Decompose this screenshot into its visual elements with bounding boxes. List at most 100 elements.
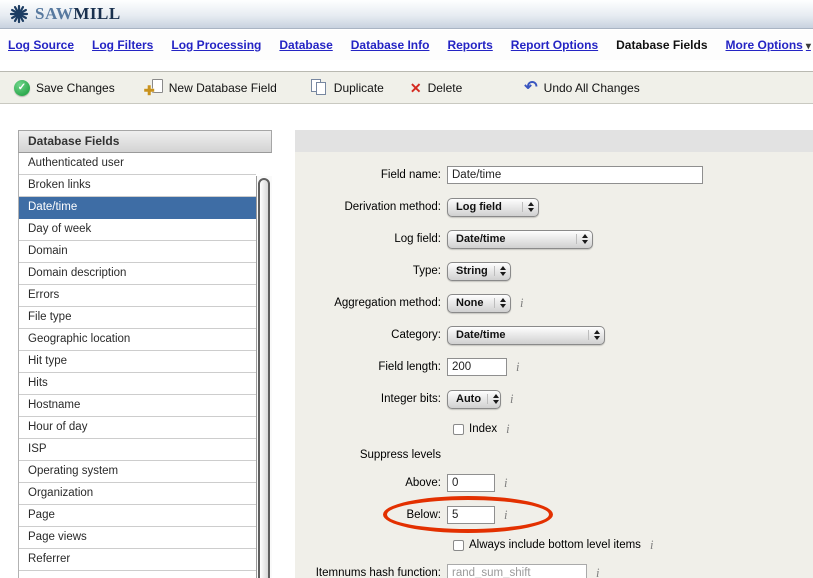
- aggregation-method-select[interactable]: None: [447, 294, 511, 313]
- info-icon[interactable]: i: [596, 566, 599, 578]
- list-item-domain[interactable]: Domain: [19, 241, 256, 263]
- aggregation-method-value: None: [456, 297, 484, 309]
- logo-wordmark: SAWMILL: [35, 4, 121, 24]
- list-item-geographic-location[interactable]: Geographic location: [19, 329, 256, 351]
- chevron-down-icon: ▾: [806, 41, 811, 52]
- list-item-hostname[interactable]: Hostname: [19, 395, 256, 417]
- integer-bits-select[interactable]: Auto: [447, 390, 501, 409]
- category-label: Category:: [295, 329, 447, 341]
- save-changes-label: Save Changes: [36, 81, 115, 95]
- above-input[interactable]: [447, 474, 495, 492]
- field-length-row: Field length: i: [295, 357, 813, 377]
- type-row: Type: String: [295, 261, 813, 281]
- list-item-operating-system[interactable]: Operating system: [19, 461, 256, 483]
- popup-arrows-icon: [487, 394, 499, 404]
- nav-database-fields-active[interactable]: Database Fields: [616, 38, 707, 52]
- log-field-select[interactable]: Date/time: [447, 230, 593, 249]
- sawmill-logo: SAWMILL: [8, 3, 121, 25]
- field-length-input[interactable]: [447, 358, 507, 376]
- info-icon[interactable]: i: [510, 392, 513, 407]
- list-item-page-views[interactable]: Page views: [19, 527, 256, 549]
- popup-arrows-icon: [576, 234, 588, 244]
- info-icon[interactable]: i: [504, 508, 507, 523]
- list-item-broken-links[interactable]: Broken links: [19, 175, 256, 197]
- integer-bits-row: Integer bits: Auto i: [295, 389, 813, 409]
- save-changes-button[interactable]: ✓ Save Changes: [14, 80, 115, 96]
- list-item-authenticated-user[interactable]: Authenticated user: [19, 153, 256, 175]
- field-name-input[interactable]: [447, 166, 703, 184]
- always-include-checkbox[interactable]: [453, 540, 464, 551]
- log-field-label: Log field:: [295, 233, 447, 245]
- itemnums-hash-row: Itemnums hash function: i: [295, 563, 813, 578]
- above-label: Above:: [295, 477, 447, 489]
- delete-x-icon: ✕: [410, 81, 422, 95]
- info-icon[interactable]: i: [516, 360, 519, 375]
- derivation-method-value: Log field: [456, 201, 502, 213]
- info-icon[interactable]: i: [650, 538, 653, 553]
- aggregation-method-row: Aggregation method: None i: [295, 293, 813, 313]
- list-item-errors[interactable]: Errors: [19, 285, 256, 307]
- list-item-file-type[interactable]: File type: [19, 307, 256, 329]
- popup-arrows-icon: [522, 202, 534, 212]
- derivation-method-select[interactable]: Log field: [447, 198, 539, 217]
- sidebar-title: Database Fields: [18, 130, 272, 153]
- save-check-icon: ✓: [14, 80, 30, 96]
- below-input[interactable]: [447, 506, 495, 524]
- nav-database[interactable]: Database: [279, 38, 332, 52]
- list-item-hits[interactable]: Hits: [19, 373, 256, 395]
- nav-database-info[interactable]: Database Info: [351, 38, 430, 52]
- itemnums-hash-label: Itemnums hash function:: [295, 567, 447, 578]
- always-include-label: Always include bottom level items: [469, 539, 641, 551]
- list-item-hit-type[interactable]: Hit type: [19, 351, 256, 373]
- sidebar-scrollbar[interactable]: [256, 176, 272, 578]
- info-icon[interactable]: i: [520, 296, 523, 311]
- log-field-value: Date/time: [456, 233, 506, 245]
- nav-reports[interactable]: Reports: [447, 38, 492, 52]
- index-row: Index i: [295, 421, 813, 437]
- list-item-date-time-selected[interactable]: Date/time: [19, 197, 256, 219]
- type-label: Type:: [295, 265, 447, 277]
- undo-all-changes-button[interactable]: ↶ Undo All Changes: [524, 81, 639, 95]
- list-item-page[interactable]: Page: [19, 505, 256, 527]
- nav-log-source[interactable]: Log Source: [8, 38, 74, 52]
- database-fields-sidebar: Database Fields Authenticated user Broke…: [18, 130, 272, 578]
- index-checkbox-label: Index: [469, 423, 497, 435]
- type-select[interactable]: String: [447, 262, 511, 281]
- duplicate-button[interactable]: Duplicate: [311, 79, 384, 96]
- duplicate-pages-icon: [311, 79, 328, 96]
- popup-arrows-icon: [494, 298, 506, 308]
- list-item-organization[interactable]: Organization: [19, 483, 256, 505]
- field-editor-panel: Field name: Derivation method: Log field…: [295, 130, 813, 578]
- nav-log-processing[interactable]: Log Processing: [171, 38, 261, 52]
- new-database-field-button[interactable]: ✚ New Database Field: [145, 79, 277, 96]
- nav-report-options[interactable]: Report Options: [511, 38, 598, 52]
- log-field-row: Log field: Date/time: [295, 229, 813, 249]
- derivation-method-row: Derivation method: Log field: [295, 197, 813, 217]
- info-icon[interactable]: i: [504, 476, 507, 491]
- delete-label: Delete: [428, 81, 463, 95]
- list-item-day-of-week[interactable]: Day of week: [19, 219, 256, 241]
- delete-button[interactable]: ✕ Delete: [410, 81, 462, 95]
- aggregation-method-label: Aggregation method:: [295, 297, 447, 309]
- info-icon[interactable]: i: [506, 422, 509, 437]
- duplicate-label: Duplicate: [334, 81, 384, 95]
- database-fields-list: Authenticated user Broken links Date/tim…: [18, 153, 272, 578]
- list-item-hour-of-day[interactable]: Hour of day: [19, 417, 256, 439]
- panel-header-band: [295, 130, 813, 152]
- undo-arrow-icon: ↶: [524, 81, 537, 95]
- field-name-label: Field name:: [295, 169, 447, 181]
- list-item-isp[interactable]: ISP: [19, 439, 256, 461]
- derivation-method-label: Derivation method:: [295, 201, 447, 213]
- field-name-row: Field name:: [295, 165, 813, 185]
- sawmill-window: SAWMILL Log Source Log Filters Log Proce…: [0, 0, 813, 578]
- nav-more-options[interactable]: More Options▾: [726, 38, 811, 52]
- field-editor-form: Field name: Derivation method: Log field…: [295, 152, 813, 578]
- type-value: String: [456, 265, 488, 277]
- nav-log-filters[interactable]: Log Filters: [92, 38, 153, 52]
- scrollbar-thumb[interactable]: [258, 178, 270, 578]
- list-item-referrer[interactable]: Referrer: [19, 549, 256, 571]
- index-checkbox[interactable]: [453, 424, 464, 435]
- itemnums-hash-input[interactable]: [447, 564, 587, 578]
- category-select[interactable]: Date/time: [447, 326, 605, 345]
- list-item-domain-description[interactable]: Domain description: [19, 263, 256, 285]
